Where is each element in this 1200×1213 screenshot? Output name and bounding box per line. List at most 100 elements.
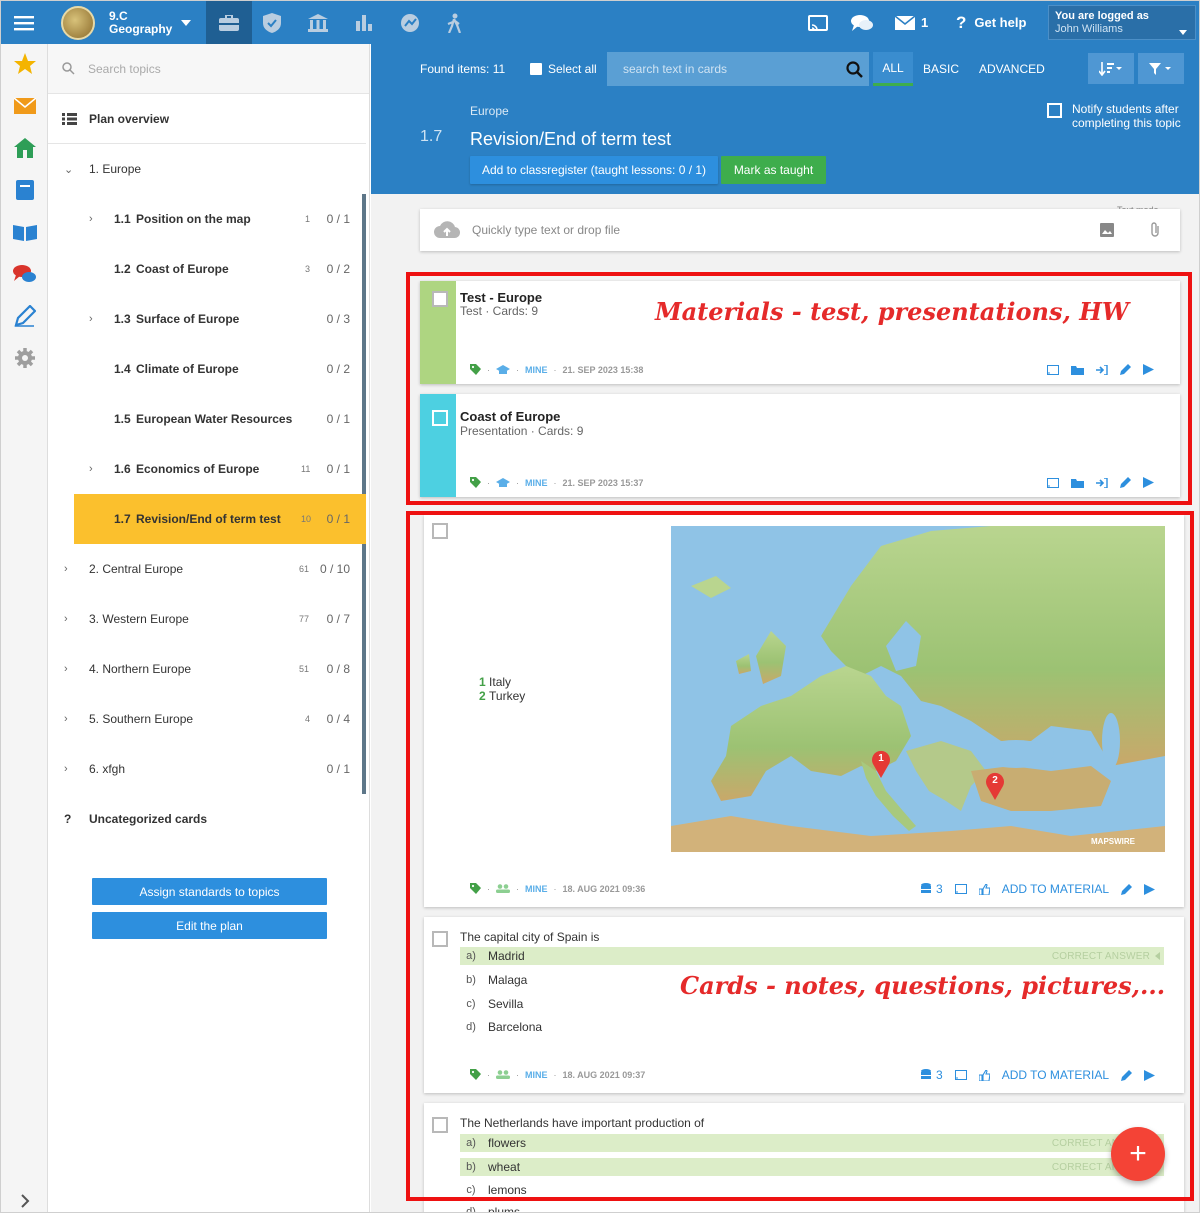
share-icon[interactable] bbox=[1096, 364, 1108, 375]
discussion-icon[interactable] bbox=[1, 257, 48, 291]
class-selector[interactable]: 9.C Geography bbox=[109, 10, 172, 36]
expand-chevron-icon[interactable]: › bbox=[89, 463, 93, 475]
nav-briefcase-active[interactable] bbox=[206, 1, 252, 44]
expand-chevron-icon[interactable]: › bbox=[89, 213, 93, 225]
institution-icon[interactable] bbox=[305, 1, 331, 44]
breadcrumb[interactable]: Europe bbox=[470, 104, 509, 118]
edit-plan-button[interactable]: Edit the plan bbox=[92, 912, 327, 939]
folder-icon[interactable] bbox=[1071, 478, 1084, 488]
expand-chevron-icon[interactable]: › bbox=[64, 613, 68, 625]
group-icon[interactable] bbox=[496, 884, 510, 893]
class-dropdown-chevron-icon[interactable] bbox=[179, 1, 193, 44]
card-checkbox[interactable] bbox=[432, 1117, 448, 1133]
cloud-upload-icon[interactable] bbox=[434, 221, 460, 239]
usage-count[interactable]: 3 bbox=[921, 1068, 943, 1082]
chat-icon[interactable] bbox=[848, 1, 876, 44]
tag-icon[interactable] bbox=[470, 883, 481, 894]
cast-icon[interactable] bbox=[954, 1070, 967, 1080]
card-checkbox[interactable] bbox=[432, 523, 448, 539]
notify-students-checkbox[interactable] bbox=[1047, 103, 1062, 118]
map-pin-1-icon[interactable]: 1 bbox=[871, 750, 891, 778]
card-checkbox[interactable] bbox=[432, 931, 448, 947]
share-icon[interactable] bbox=[1096, 477, 1108, 488]
sidebar-subtopic-1-4[interactable]: 1.4 Climate of Europe 0 / 2 bbox=[48, 344, 366, 394]
material-card[interactable]: Coast of Europe Presentation · Cards: 9 … bbox=[420, 394, 1180, 497]
user-menu[interactable]: You are logged as John Williams bbox=[1048, 5, 1196, 40]
question-card[interactable]: The Netherlands have important productio… bbox=[424, 1103, 1184, 1212]
folder-icon[interactable] bbox=[1071, 365, 1084, 375]
sidebar-topic-western-europe[interactable]: › 3. Western Europe 77 0 / 7 bbox=[48, 594, 366, 644]
tag-icon[interactable] bbox=[470, 477, 481, 488]
graduation-cap-icon[interactable] bbox=[496, 477, 510, 488]
image-icon[interactable] bbox=[1100, 223, 1114, 237]
sidebar-subtopic-1-1[interactable]: › 1.1 Position on the map 1 0 / 1 bbox=[48, 194, 366, 244]
usage-count[interactable]: 3 bbox=[921, 882, 943, 896]
thumb-up-icon[interactable] bbox=[978, 1069, 990, 1081]
expand-chevron-icon[interactable]: › bbox=[89, 313, 93, 325]
topic-search-input[interactable]: Search topics bbox=[48, 44, 369, 94]
analytics-icon[interactable] bbox=[397, 1, 423, 44]
expand-rail-chevron-icon[interactable] bbox=[1, 1184, 48, 1212]
sidebar-subtopic-1-6[interactable]: › 1.6 Economics of Europe 11 0 / 1 bbox=[48, 444, 366, 494]
home-icon[interactable] bbox=[1, 131, 48, 165]
envelope-icon[interactable] bbox=[1, 89, 48, 123]
edit-pencil-icon[interactable] bbox=[1120, 477, 1131, 488]
collapse-chevron-icon[interactable]: ⌄ bbox=[64, 163, 73, 176]
map-card[interactable]: 1 Italy 2 Turkey MAPSWIRE 1 2 · · MINE ·… bbox=[424, 515, 1184, 907]
add-to-classregister-button[interactable]: Add to classregister (taught lessons: 0 … bbox=[470, 156, 718, 184]
expand-chevron-icon[interactable]: › bbox=[64, 663, 68, 675]
sidebar-subtopic-1-2[interactable]: 1.2 Coast of Europe 3 0 / 2 bbox=[48, 244, 366, 294]
question-card[interactable]: The capital city of Spain is a) Madrid C… bbox=[424, 917, 1184, 1093]
thumb-up-icon[interactable] bbox=[978, 883, 990, 895]
cast-icon[interactable] bbox=[954, 884, 967, 894]
shield-icon[interactable] bbox=[259, 1, 285, 44]
group-icon[interactable] bbox=[496, 1070, 510, 1079]
material-checkbox[interactable] bbox=[432, 410, 448, 426]
tab-all[interactable]: ALL bbox=[873, 52, 913, 86]
messages-count[interactable]: 1 bbox=[921, 1, 928, 44]
add-card-fab-button[interactable]: + bbox=[1111, 1127, 1165, 1181]
tag-icon[interactable] bbox=[470, 1069, 481, 1080]
assign-standards-button[interactable]: Assign standards to topics bbox=[92, 878, 327, 905]
add-to-material-button[interactable]: ADD TO MATERIAL bbox=[1002, 1068, 1109, 1082]
open-book-icon[interactable] bbox=[1, 215, 48, 249]
help-link[interactable]: ? Get help bbox=[956, 1, 1026, 44]
class-logo[interactable] bbox=[61, 6, 95, 40]
notebook-icon[interactable] bbox=[1, 173, 48, 207]
sidebar-subtopic-1-7-active[interactable]: 1.7 Revision/End of term test 10 0 / 1 bbox=[74, 494, 366, 544]
card-search-input[interactable]: search text in cards bbox=[607, 52, 869, 86]
expand-chevron-icon[interactable]: › bbox=[64, 763, 68, 775]
mail-icon[interactable] bbox=[893, 1, 917, 44]
cast-icon[interactable] bbox=[1047, 477, 1059, 488]
plan-overview-link[interactable]: Plan overview bbox=[48, 94, 366, 144]
mark-as-taught-button[interactable]: Mark as taught bbox=[721, 156, 826, 184]
cast-icon[interactable] bbox=[1047, 364, 1059, 375]
uncategorized-cards-link[interactable]: ? Uncategorized cards bbox=[48, 794, 366, 844]
expand-chevron-icon[interactable]: › bbox=[64, 563, 68, 575]
edit-pencil-icon[interactable] bbox=[1121, 1069, 1133, 1081]
star-icon[interactable] bbox=[1, 47, 48, 81]
sidebar-topic-northern-europe[interactable]: › 4. Northern Europe 51 0 / 8 bbox=[48, 644, 366, 694]
material-checkbox[interactable] bbox=[432, 291, 448, 307]
tag-icon[interactable] bbox=[470, 364, 481, 375]
attachment-icon[interactable] bbox=[1149, 222, 1161, 238]
play-icon[interactable] bbox=[1144, 883, 1156, 895]
sidebar-subtopic-1-5[interactable]: 1.5 European Water Resources 0 / 1 bbox=[48, 394, 366, 444]
sidebar-subtopic-1-3[interactable]: › 1.3 Surface of Europe 0 / 3 bbox=[48, 294, 366, 344]
edit-pencil-icon[interactable] bbox=[1121, 883, 1133, 895]
expand-chevron-icon[interactable]: › bbox=[64, 713, 68, 725]
cast-icon[interactable] bbox=[804, 1, 832, 44]
edit-pencil-icon[interactable] bbox=[1120, 364, 1131, 375]
hiking-icon[interactable] bbox=[441, 1, 469, 44]
settings-gear-icon[interactable] bbox=[1, 341, 48, 375]
search-icon[interactable] bbox=[846, 60, 863, 78]
sort-button[interactable] bbox=[1088, 53, 1134, 84]
tab-basic[interactable]: BASIC bbox=[923, 52, 959, 86]
hamburger-menu-icon[interactable] bbox=[9, 1, 39, 44]
select-all-checkbox[interactable] bbox=[530, 63, 542, 75]
sidebar-topic-xfgh[interactable]: › 6. xfgh 0 / 1 bbox=[48, 744, 366, 794]
map-pin-2-icon[interactable]: 2 bbox=[985, 772, 1005, 800]
sidebar-topic-southern-europe[interactable]: › 5. Southern Europe 4 0 / 4 bbox=[48, 694, 366, 744]
play-icon[interactable] bbox=[1143, 477, 1154, 488]
tab-advanced[interactable]: ADVANCED bbox=[979, 52, 1045, 86]
